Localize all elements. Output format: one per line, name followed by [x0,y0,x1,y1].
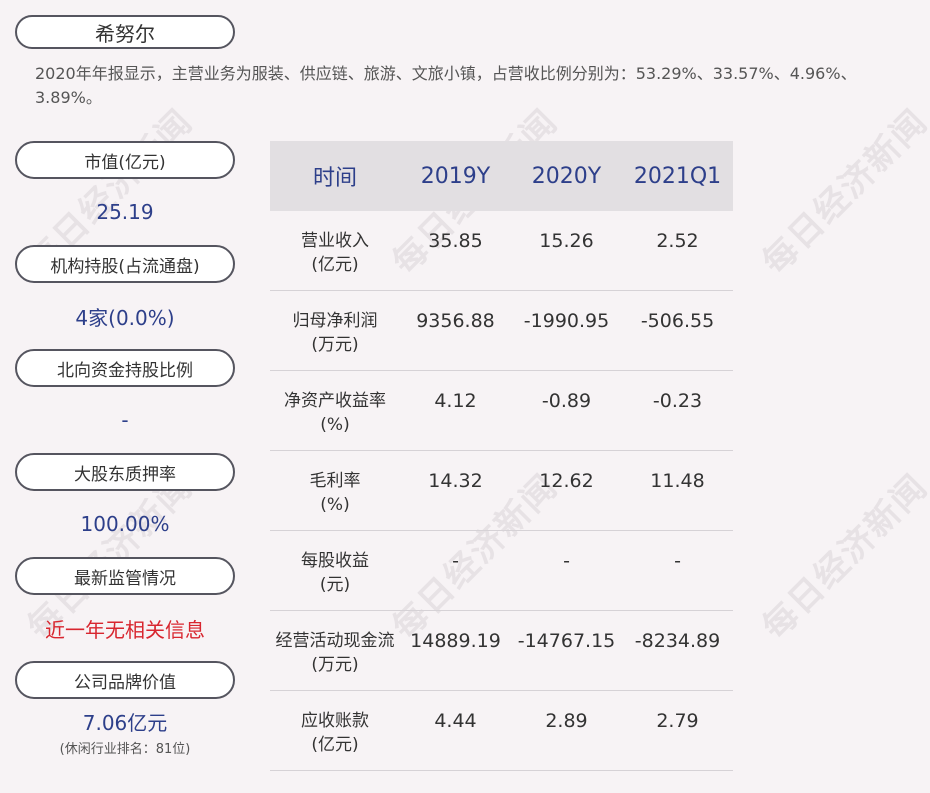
table-cell: - [674,550,681,572]
table-row: 营业收入 (亿元) 35.85 15.26 2.52 [270,211,733,291]
table-row: 毛利率 (%) 14.32 12.62 11.48 [270,451,733,531]
row-name: 经营活动现金流 [275,631,395,651]
table-cell: -1990.95 [523,310,610,332]
business-summary: 2020年年报显示，主营业务为服装、供应链、旅游、文旅小镇，占营收比例分别为：5… [35,64,857,107]
watermark: 每日经济新闻 [754,466,930,648]
row-name: 毛利率 [309,471,361,491]
column-header-time: 时间 [312,166,357,191]
metric-value-pledge-ratio: 100.00% [15,491,235,557]
row-unit: (亿元) [311,735,359,755]
table-cell: 4.12 [434,390,477,412]
table-row: 归母净利润 (万元) 9356.88 -1990.95 -506.55 [270,291,733,371]
metric-value-brand-value: 7.06亿元 (休闲行业排名：81位) [15,699,235,765]
metric-label-institutional-holdings: 机构持股(占流通盘) [15,245,235,283]
table-cell: -14767.15 [517,630,616,652]
table-cell: 11.48 [650,470,705,492]
brand-rank-note: (休闲行业排名：81位) [59,742,191,757]
metric-value-regulatory-status: 近一年无相关信息 [15,595,235,661]
metric-value-market-cap: 25.19 [15,179,235,245]
row-label: 经营活动现金流 (万元) [270,629,400,677]
table-row: 每股收益 (元) - - - [270,531,733,611]
financial-table: 时间 2019Y 2020Y 2021Q1 营业收入 (亿元) 35.85 15… [270,141,733,771]
metric-label-pledge-ratio: 大股东质押率 [15,453,235,491]
row-name: 应收账款 [301,711,369,731]
metric-value-text: 4家(0.0%) [75,305,175,330]
row-label: 归母净利润 (万元) [270,309,400,357]
table-cell: 2.52 [656,230,699,252]
metric-value-text: 近一年无相关信息 [45,617,205,642]
table-cell: -8234.89 [634,630,721,652]
row-unit: (亿元) [311,255,359,275]
watermark: 每日经济新闻 [754,101,930,283]
table-cell: -0.89 [541,390,592,412]
row-name: 营业收入 [301,231,369,251]
column-header-2021q1: 2021Q1 [633,163,722,189]
table-cell: 4.44 [434,710,477,732]
metric-value-northbound-ratio: - [15,387,235,453]
table-header: 时间 2019Y 2020Y 2021Q1 [270,141,733,211]
row-name: 归母净利润 [292,311,378,331]
company-name: 希努尔 [15,15,235,49]
table-cell: 2.89 [545,710,588,732]
table-cell: 15.26 [539,230,594,252]
metric-label-brand-value: 公司品牌价值 [15,661,235,699]
row-unit: (元) [319,575,351,595]
table-cell: 12.62 [539,470,594,492]
table-row: 净资产收益率 (%) 4.12 -0.89 -0.23 [270,371,733,451]
table-cell: 9356.88 [416,310,495,332]
row-name: 每股收益 [301,551,369,571]
row-unit: (%) [320,495,350,515]
row-unit: (%) [320,415,350,435]
table-cell: - [563,550,570,572]
row-name: 净资产收益率 [284,391,386,411]
metric-value-text: - [121,408,129,432]
table-cell: - [452,550,459,572]
row-label: 每股收益 (元) [270,549,400,597]
table-row: 经营活动现金流 (万元) 14889.19 -14767.15 -8234.89 [270,611,733,691]
metric-label-market-cap: 市值(亿元) [15,141,235,179]
metric-value-text: 25.19 [96,200,154,224]
table-row: 应收账款 (亿元) 4.44 2.89 2.79 [270,691,733,771]
row-label: 营业收入 (亿元) [270,229,400,277]
metric-value-text: 7.06亿元 [82,711,168,735]
row-label: 净资产收益率 (%) [270,389,400,437]
row-label: 应收账款 (亿元) [270,709,400,757]
table-cell: 14.32 [428,470,483,492]
row-unit: (万元) [311,335,359,355]
table-cell: -506.55 [640,310,715,332]
row-unit: (万元) [311,655,359,675]
metrics-panel: 市值(亿元) 25.19 机构持股(占流通盘) 4家(0.0%) 北向资金持股比… [15,141,235,765]
column-header-2019y: 2019Y [420,163,491,189]
table-cell: -0.23 [652,390,703,412]
row-label: 毛利率 (%) [270,469,400,517]
metric-label-regulatory-status: 最新监管情况 [15,557,235,595]
metric-label-northbound-ratio: 北向资金持股比例 [15,349,235,387]
metric-value-text: 100.00% [80,512,170,536]
table-cell: 35.85 [428,230,483,252]
column-header-2020y: 2020Y [531,163,602,189]
metric-value-institutional-holdings: 4家(0.0%) [15,283,235,349]
table-cell: 2.79 [656,710,699,732]
table-cell: 14889.19 [410,630,501,652]
